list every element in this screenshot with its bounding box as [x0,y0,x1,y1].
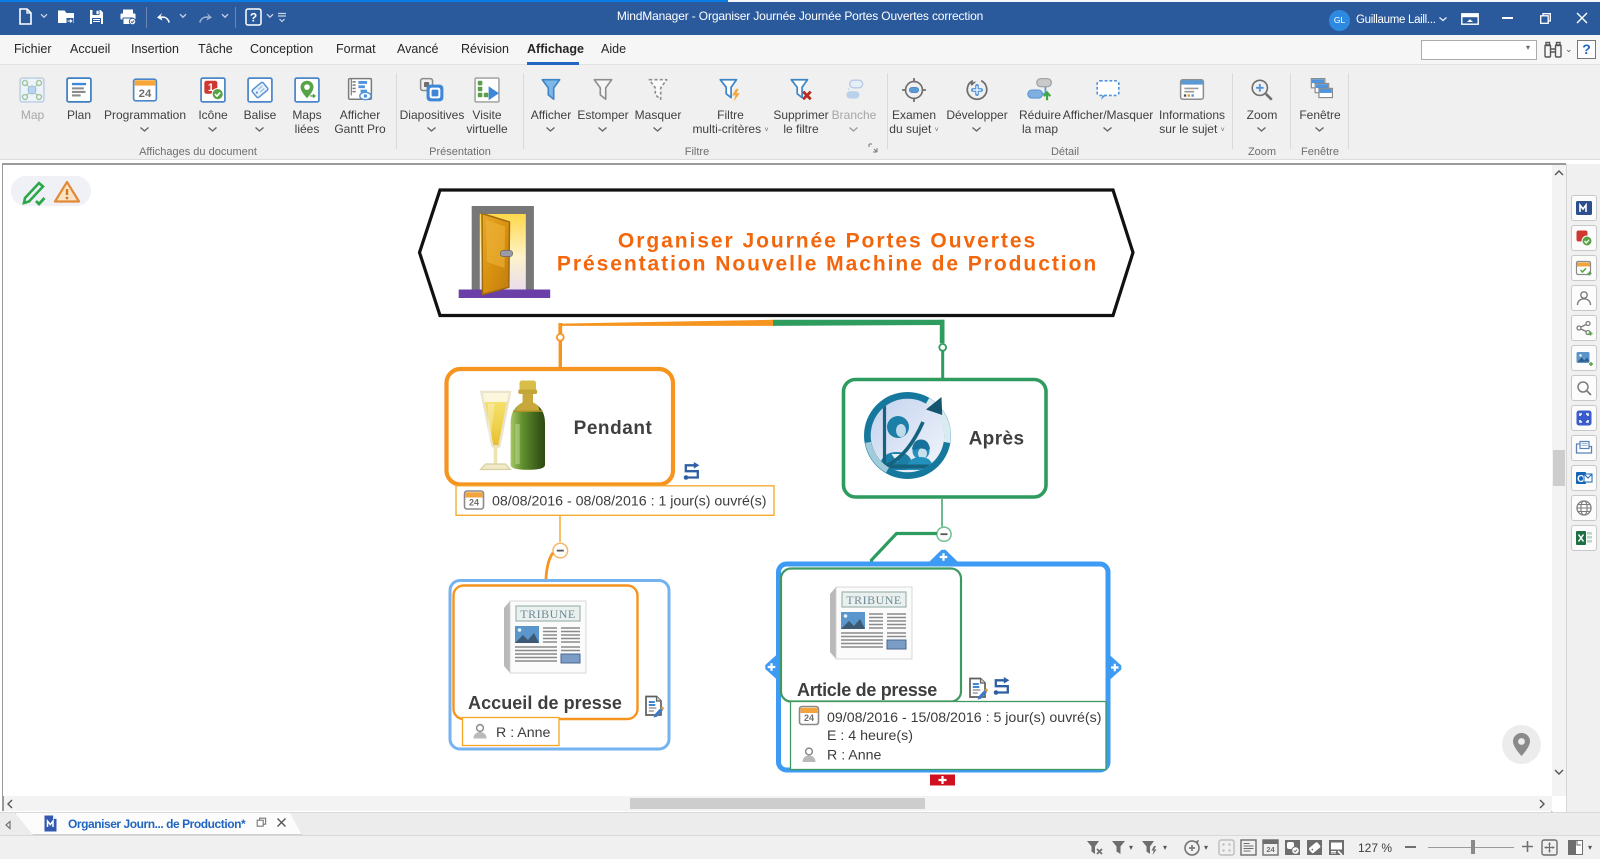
svg-text:Accueil de presse: Accueil de presse [468,693,622,713]
svg-text:?: ? [250,11,257,25]
svg-text:Présentation Nouvelle Machine: Présentation Nouvelle Machine de Product… [557,253,1098,276]
svg-text:E : 4 heure(s): E : 4 heure(s) [827,728,913,744]
svg-text:R : Anne: R : Anne [827,748,882,764]
svg-text:09/08/2016 - 15/08/2016 : 5 jo: 09/08/2016 - 15/08/2016 : 5 jour(s) ouvr… [827,710,1101,726]
svg-text:24: 24 [139,88,152,100]
svg-text:Organiser Journée Portes Ouver: Organiser Journée Portes Ouvertes [618,230,1037,253]
svg-text:08/08/2016 - 08/08/2016 : 1 jo: 08/08/2016 - 08/08/2016 : 1 jour(s) ouvr… [492,494,766,510]
svg-text:Article de presse: Article de presse [797,680,937,700]
svg-text:24: 24 [1266,845,1275,854]
svg-text:Après: Après [969,429,1025,450]
svg-text:R : Anne: R : Anne [496,725,551,741]
svg-text:Pendant: Pendant [574,418,653,439]
